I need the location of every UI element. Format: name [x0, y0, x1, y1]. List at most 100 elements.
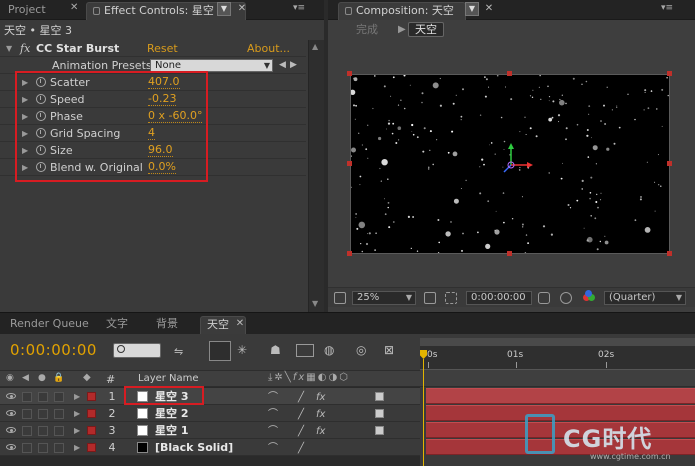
audio-toggle[interactable]: [22, 426, 32, 436]
quality-switch-icon[interactable]: ╱: [298, 406, 304, 423]
scroll-up-icon[interactable]: ▲: [312, 42, 318, 51]
comp-tab-close-icon[interactable]: ✕: [483, 3, 495, 15]
quality-switch-icon[interactable]: ╱: [298, 389, 304, 406]
lock-toggle[interactable]: [54, 443, 64, 453]
layer-label-color[interactable]: [87, 426, 96, 435]
playhead-line[interactable]: [423, 359, 424, 466]
comp-viewer[interactable]: [350, 74, 670, 254]
show-snapshot-icon[interactable]: [560, 292, 572, 304]
always-preview-icon[interactable]: [334, 292, 346, 304]
live-update-icon[interactable]: [209, 341, 231, 361]
lock-toggle[interactable]: [54, 426, 64, 436]
solo-toggle[interactable]: [38, 426, 48, 436]
transform-handle[interactable]: [347, 251, 352, 256]
panel-close-icon[interactable]: ✕: [70, 2, 82, 14]
about-link[interactable]: About...: [247, 40, 290, 57]
eye-icon[interactable]: [6, 410, 16, 416]
expand-triangle-icon[interactable]: ▶: [74, 439, 80, 456]
layer-dropdown-arrow[interactable]: ▼: [217, 2, 231, 16]
region-of-interest-icon[interactable]: [445, 292, 457, 304]
quality-switch-icon[interactable]: ╱: [298, 423, 304, 440]
subtab-active[interactable]: 天空: [408, 22, 444, 37]
sky-tab-close-icon[interactable]: ✕: [234, 318, 246, 330]
comp-dropdown-arrow[interactable]: ▼: [465, 2, 479, 16]
layer-duration-bar[interactable]: [426, 422, 695, 438]
fx-switch-icon[interactable]: fx: [316, 389, 325, 406]
layer-name[interactable]: [Black Solid]: [155, 439, 233, 456]
3d-layer-icon[interactable]: [375, 409, 384, 418]
motion-blur-icon[interactable]: ◍: [324, 343, 334, 357]
layer-name[interactable]: 星空 1: [155, 422, 188, 439]
eye-icon[interactable]: [6, 393, 16, 399]
camera-icon[interactable]: [538, 292, 550, 304]
transform-handle[interactable]: [347, 161, 352, 166]
layer-row[interactable]: ▶ 4 [Black Solid] ⌒ ╱: [0, 439, 420, 456]
frame-blending-icon[interactable]: [296, 344, 314, 357]
ec-scrollbar[interactable]: ▲ ▼: [308, 40, 324, 312]
col-layer-name[interactable]: Layer Name: [138, 373, 199, 384]
hide-shy-icon[interactable]: ☗: [270, 343, 281, 357]
zoom-dropdown[interactable]: 25% ▼: [352, 291, 416, 305]
layer-row[interactable]: ▶ 3 星空 1 ⌒ ╱ fx: [0, 422, 420, 439]
collapse-triangle-icon[interactable]: ▼: [6, 40, 12, 57]
tab-composition[interactable]: Composition: 天空: [338, 2, 466, 20]
lock-toggle[interactable]: [54, 409, 64, 419]
fx-switch-icon[interactable]: fx: [316, 423, 325, 440]
tab-project[interactable]: Project: [2, 2, 52, 20]
audio-toggle[interactable]: [22, 443, 32, 453]
shy-switch-icon[interactable]: ⌒: [268, 389, 278, 406]
expand-triangle-icon[interactable]: ▶: [74, 388, 80, 405]
current-time-display[interactable]: 0:00:00:00: [10, 341, 97, 359]
eye-icon[interactable]: [6, 444, 16, 450]
graph-editor-icon[interactable]: ⊠: [384, 343, 394, 357]
transform-handle[interactable]: [507, 71, 512, 76]
reset-link[interactable]: Reset: [147, 40, 178, 57]
time-ruler[interactable]: 0s 01s 02s: [420, 346, 695, 370]
panel-menu-icon[interactable]: ▾≡: [292, 3, 306, 13]
layer-name[interactable]: 星空 2: [155, 405, 188, 422]
transform-handle[interactable]: [667, 71, 672, 76]
3d-layer-icon[interactable]: [375, 426, 384, 435]
brainstorm-icon[interactable]: ◎: [356, 343, 366, 357]
comp-panel-menu-icon[interactable]: ▾≡: [660, 3, 674, 13]
shy-switch-icon[interactable]: ⌒: [268, 423, 278, 440]
tab-text-comp[interactable]: 文字: [100, 316, 134, 334]
subtab-done[interactable]: 完成: [350, 23, 384, 38]
draft-3d-icon[interactable]: ✳: [237, 343, 247, 357]
expand-triangle-icon[interactable]: ▶: [74, 422, 80, 439]
shy-switch-icon[interactable]: ⌒: [268, 440, 278, 457]
fx-icon[interactable]: fx: [20, 40, 30, 57]
transform-handle[interactable]: [507, 251, 512, 256]
solo-toggle[interactable]: [38, 409, 48, 419]
layer-row[interactable]: ▶ 2 星空 2 ⌒ ╱ fx: [0, 405, 420, 422]
timecode-field[interactable]: 0:00:00:00: [466, 291, 532, 305]
scroll-down-icon[interactable]: ▼: [312, 299, 318, 308]
audio-toggle[interactable]: [22, 409, 32, 419]
grid-icon[interactable]: [424, 292, 436, 304]
quality-switch-icon[interactable]: ╱: [298, 440, 304, 457]
tab-close-icon[interactable]: ✕: [236, 3, 248, 15]
next-preset-icon[interactable]: ▶: [290, 57, 297, 74]
transform-handle[interactable]: [667, 251, 672, 256]
anchor-gizmo[interactable]: [351, 75, 670, 254]
transform-handle[interactable]: [347, 71, 352, 76]
solo-toggle[interactable]: [38, 392, 48, 402]
eye-icon[interactable]: [6, 427, 16, 433]
expand-triangle-icon[interactable]: ▶: [74, 405, 80, 422]
lock-toggle[interactable]: [54, 392, 64, 402]
solo-toggle[interactable]: [38, 443, 48, 453]
layer-row[interactable]: ▶ 1 星空 3 ⌒ ╱ fx: [0, 388, 420, 405]
layer-search-input[interactable]: [113, 343, 161, 358]
transform-handle[interactable]: [667, 161, 672, 166]
layer-duration-bar[interactable]: [426, 388, 695, 404]
work-area-bar[interactable]: [420, 338, 695, 346]
comp-flowchart-icon[interactable]: ⇋: [174, 345, 183, 358]
tab-background-comp[interactable]: 背景: [150, 316, 184, 334]
tab-render-queue[interactable]: Render Queue: [4, 316, 95, 334]
shy-switch-icon[interactable]: ⌒: [268, 406, 278, 423]
fx-switch-icon[interactable]: fx: [316, 406, 325, 423]
layer-duration-bar[interactable]: [426, 405, 695, 421]
3d-layer-icon[interactable]: [375, 392, 384, 401]
layer-label-color[interactable]: [87, 392, 96, 401]
audio-toggle[interactable]: [22, 392, 32, 402]
